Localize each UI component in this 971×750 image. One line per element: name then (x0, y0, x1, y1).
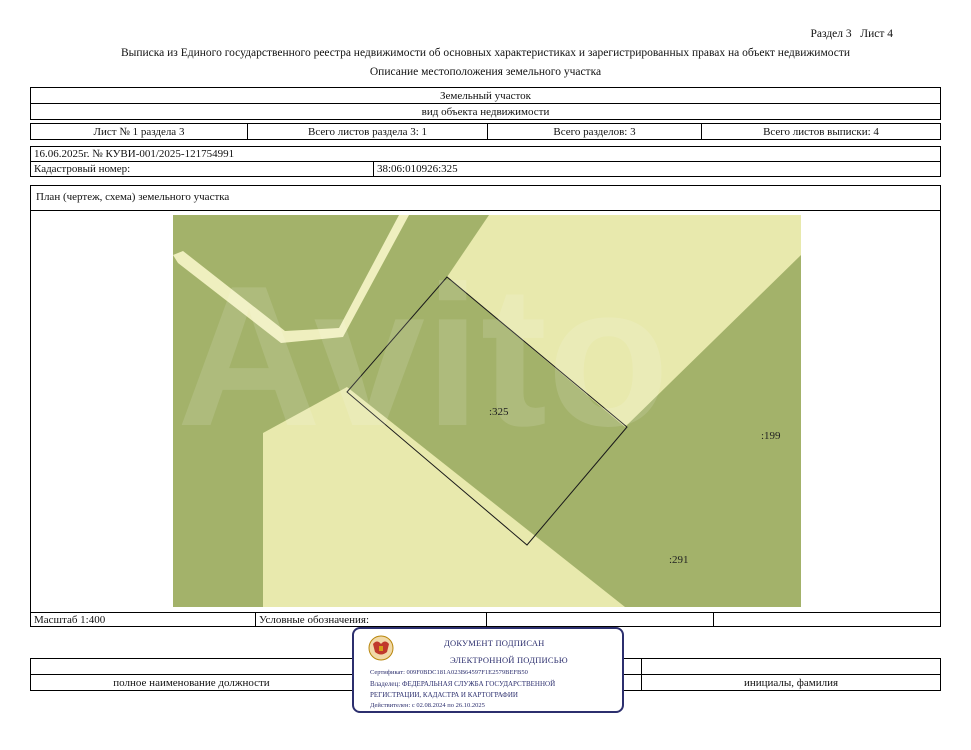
signature-position-cell (31, 659, 353, 674)
legend-cell-2 (714, 613, 940, 626)
scale: Масштаб 1:400 (31, 613, 256, 626)
e-signature-stamp: ДОКУМЕНТ ПОДПИСАН ЭЛЕКТРОННОЙ ПОДПИСЬЮ С… (352, 627, 624, 713)
total-sheets-section: Всего листов раздела 3: 1 (248, 124, 488, 139)
legend-label: Условные обозначения: (256, 613, 487, 626)
coat-of-arms-icon (368, 635, 394, 661)
stamp-validity: Действителен: с 02.08.2024 по 26.10.2025 (370, 702, 485, 709)
plan-section: План (чертеж, схема) земельного участка … (30, 185, 941, 613)
total-sections: Всего разделов: 3 (488, 124, 702, 139)
stamp-certificate: Сертификат: 009F0BDC181A023B64597F1E2579… (370, 669, 528, 676)
cadastral-label: Кадастровый номер: (31, 162, 374, 176)
parcel-label-199: :199 (761, 430, 781, 442)
record-row: 16.06.2025г. № КУВИ-001/2025-121754991 (30, 146, 941, 162)
record-date-number: 16.06.2025г. № КУВИ-001/2025-121754991 (34, 148, 235, 160)
total-sheets-extract: Всего листов выписки: 4 (763, 125, 879, 138)
object-type-caption-row: вид объекта недвижимости (30, 103, 941, 120)
stamp-line-2: ЭЛЕКТРОННОЙ ПОДПИСЬЮ (450, 655, 568, 665)
sheet-number: Лист № 1 раздела 3 (31, 124, 248, 139)
watermark: Avito (177, 245, 670, 468)
position-caption: полное наименование должности (31, 675, 353, 690)
stamp-owner-2: РЕГИСТРАЦИИ, КАДАСТРА И КАРТОГРАФИИ (370, 691, 518, 699)
cadastral-number: 38:06:010926:325 (377, 163, 458, 175)
stamp-line-1: ДОКУМЕНТ ПОДПИСАН (444, 638, 545, 648)
legend-cell-1 (487, 613, 714, 626)
footer-row: Масштаб 1:400 Условные обозначения: (30, 612, 941, 627)
signature-name-cell (641, 659, 940, 674)
section-sheet-number: Раздел 3 Лист 4 (810, 28, 894, 40)
document-title: Выписка из Единого государственного реес… (120, 47, 851, 59)
object-type-row: Земельный участок (30, 87, 941, 104)
parcel-label-291: :291 (669, 554, 689, 566)
stamp-owner-1: Владелец: ФЕДЕРАЛЬНАЯ СЛУЖБА ГОСУДАРСТВЕ… (370, 680, 556, 688)
object-type-caption: вид объекта недвижимости (421, 105, 550, 118)
sheets-row: Лист № 1 раздела 3 Всего листов раздела … (30, 123, 941, 140)
object-type: Земельный участок (440, 89, 531, 102)
cadastral-row: Кадастровый номер: 38:06:010926:325 (30, 161, 941, 177)
parcel-label-325: :325 (489, 406, 509, 418)
parcel-map: Avito :325 :199 :291 (173, 215, 801, 607)
plan-title: План (чертеж, схема) земельного участка (36, 191, 230, 203)
document-subtitle: Описание местоположения земельного участ… (369, 66, 602, 78)
name-caption: инициалы, фамилия (641, 675, 940, 690)
